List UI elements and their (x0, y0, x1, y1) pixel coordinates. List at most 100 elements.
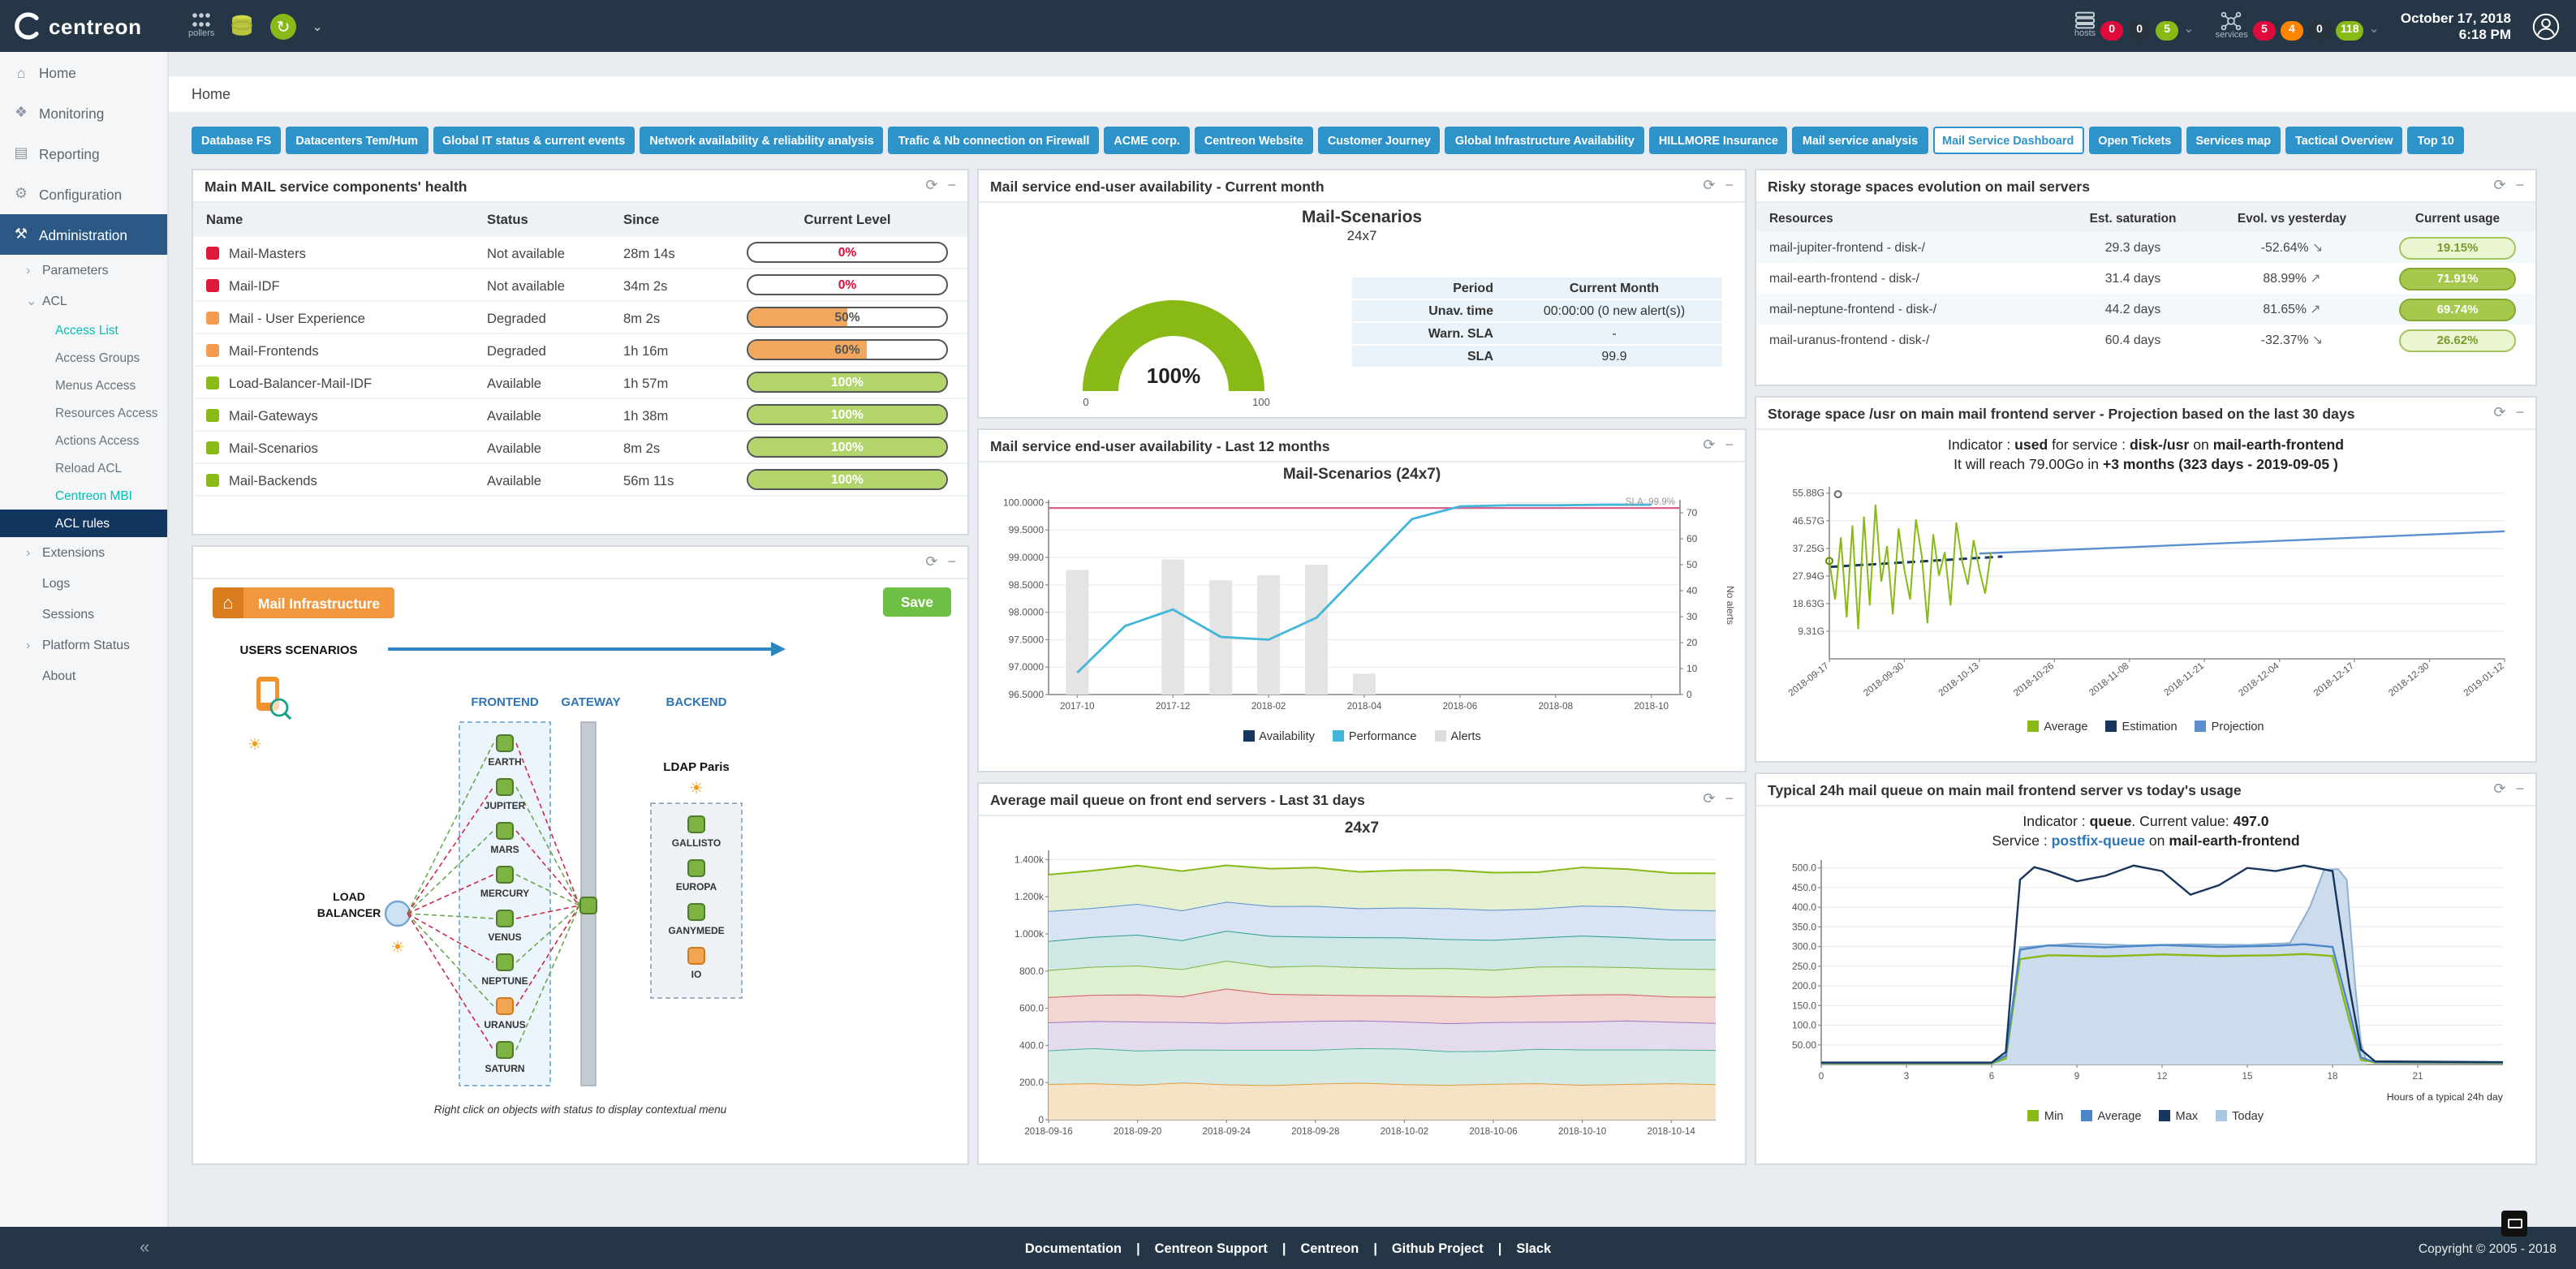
collapse-panel-icon[interactable]: − (1725, 437, 1734, 454)
sidebar-item-resources-access[interactable]: Resources Access (0, 399, 167, 427)
footer-link-github-project[interactable]: Github Project (1392, 1241, 1484, 1255)
sidebar-item-about[interactable]: About (0, 660, 167, 691)
svg-text:20: 20 (1686, 637, 1698, 648)
status-badge[interactable]: 5 (2156, 20, 2178, 40)
refresh-icon[interactable]: ⟳ (2493, 404, 2505, 422)
sidebar-item-access-groups[interactable]: Access Groups (0, 344, 167, 372)
dashboard-tab-trafic-nb-connection-on-firewall[interactable]: Trafic & Nb connection on Firewall (889, 127, 1100, 154)
status-badge[interactable]: 0 (2128, 20, 2151, 40)
sidebar-item-home[interactable]: ⌂Home (0, 52, 167, 92)
dashboard-tab-open-tickets[interactable]: Open Tickets (2088, 127, 2181, 154)
refresh-icon[interactable]: ⟳ (925, 177, 937, 195)
dashboard-tab-customer-journey[interactable]: Customer Journey (1318, 127, 1441, 154)
save-button[interactable]: Save (883, 587, 951, 617)
hosts-indicator[interactable]: hosts (2074, 12, 2096, 41)
dashboard-tab-tactical-overview[interactable]: Tactical Overview (2285, 127, 2402, 154)
table-row[interactable]: Mail-BackendsAvailable56m 11s100% (193, 464, 967, 497)
sidebar-item-parameters[interactable]: ›Parameters (0, 255, 167, 286)
sidebar-item-actions-access[interactable]: Actions Access (0, 427, 167, 454)
chevron-down-icon[interactable]: ⌄ (2369, 21, 2380, 36)
collapse-panel-icon[interactable]: − (1725, 790, 1734, 808)
sidebar-item-sessions[interactable]: Sessions (0, 599, 167, 630)
sidebar-item-access-list[interactable]: Access List (0, 316, 167, 344)
collapse-panel-icon[interactable]: − (1725, 177, 1734, 195)
sidebar-item-acl[interactable]: ⌄ACL (0, 286, 167, 316)
refresh-icon[interactable]: ⟳ (2493, 177, 2505, 195)
dashboard-tab-top-10[interactable]: Top 10 (2407, 127, 2463, 154)
pollers-indicator[interactable]: pollers (188, 12, 214, 41)
svg-text:9: 9 (2074, 1071, 2079, 1082)
table-row[interactable]: Mail-IDFNot available34m 2s0% (193, 269, 967, 302)
table-row[interactable]: Mail-ScenariosAvailable8m 2s100% (193, 432, 967, 464)
sidebar-item-platform-status[interactable]: ›Platform Status (0, 630, 167, 660)
status-badge[interactable]: 118 (2336, 20, 2364, 40)
sidebar-item-administration[interactable]: ⚒Administration (0, 214, 167, 255)
footer-separator: | (1373, 1241, 1377, 1255)
user-icon[interactable] (2532, 12, 2560, 40)
legend-item: Average (2081, 1108, 2141, 1123)
collapse-panel-icon[interactable]: − (2515, 404, 2524, 422)
sidebar-item-logs[interactable]: Logs (0, 568, 167, 599)
footer: « Documentation|Centreon Support|Centreo… (0, 1227, 2576, 1269)
dashboard-tab-mail-service-analysis[interactable]: Mail service analysis (1793, 127, 1928, 154)
centreon-logo[interactable]: centreon (0, 11, 169, 41)
status-badge[interactable]: 0 (2308, 20, 2331, 40)
dashboard-tab-network-availability-reliability-analysis[interactable]: Network availability & reliability analy… (640, 127, 883, 154)
footer-link-centreon-support[interactable]: Centreon Support (1155, 1241, 1268, 1255)
infrastructure-title-chip[interactable]: ⌂ Mail Infrastructure (213, 587, 394, 618)
status-badge[interactable]: 4 (2281, 20, 2303, 40)
collapse-panel-icon[interactable]: − (947, 553, 956, 571)
sidebar-item-reporting[interactable]: ▤Reporting (0, 133, 167, 174)
refresh-icon[interactable]: ⟳ (2493, 781, 2505, 798)
refresh-icon[interactable]: ⟳ (925, 553, 937, 571)
sidebar-item-reload-acl[interactable]: Reload ACL (0, 454, 167, 482)
dashboard-tab-global-infrastructure-availability[interactable]: Global Infrastructure Availability (1445, 127, 1644, 154)
status-badge[interactable]: 5 (2253, 20, 2276, 40)
refresh-icon[interactable]: ⟳ (1703, 437, 1715, 454)
footer-link-centreon[interactable]: Centreon (1300, 1241, 1359, 1255)
sync-status-icon[interactable]: ↻ (269, 12, 297, 40)
sidebar-item-configuration[interactable]: ⚙Configuration (0, 174, 167, 214)
table-row[interactable]: Mail - User ExperienceDegraded8m 2s50% (193, 302, 967, 334)
sidebar-item-centreon-mbi[interactable]: Centreon MBI (0, 482, 167, 510)
table-row[interactable]: mail-jupiter-frontend - disk-/29.3 days-… (1756, 232, 2535, 263)
collapse-panel-icon[interactable]: − (2515, 177, 2524, 195)
breadcrumb[interactable]: Home (192, 86, 230, 102)
table-row[interactable]: Mail-GatewaysAvailable1h 38m100% (193, 399, 967, 432)
footer-link-documentation[interactable]: Documentation (1025, 1241, 1122, 1255)
status-badge[interactable]: 0 (2100, 20, 2123, 40)
sidebar-item-monitoring[interactable]: ❖Monitoring (0, 92, 167, 133)
dashboard-tab-global-it-status-current-events[interactable]: Global IT status & current events (433, 127, 635, 154)
svg-text:46.57G: 46.57G (1793, 515, 1824, 527)
kiosk-mode-button[interactable] (2501, 1211, 2527, 1237)
table-row[interactable]: Mail-MastersNot available28m 14s0% (193, 237, 967, 269)
database-icon[interactable] (229, 13, 255, 39)
dashboard-tab-datacenters-tem-hum[interactable]: Datacenters Tem/Hum (286, 127, 428, 154)
refresh-icon[interactable]: ⟳ (1703, 790, 1715, 808)
chevron-down-icon[interactable]: ⌄ (312, 19, 322, 33)
table-row[interactable]: Mail-FrontendsDegraded1h 16m60% (193, 334, 967, 367)
sidebar-item-extensions[interactable]: ›Extensions (0, 537, 167, 568)
table-row[interactable]: mail-neptune-frontend - disk-/44.2 days8… (1756, 294, 2535, 325)
sidebar-item-menus-access[interactable]: Menus Access (0, 372, 167, 399)
infrastructure-title: Mail Infrastructure (243, 587, 394, 618)
dashboard-tab-acme-corp[interactable]: ACME corp. (1104, 127, 1189, 154)
table-row[interactable]: mail-earth-frontend - disk-/31.4 days88.… (1756, 263, 2535, 294)
services-indicator[interactable]: services (2216, 11, 2248, 41)
dashboard-tab-database-fs[interactable]: Database FS (192, 127, 281, 154)
table-row[interactable]: mail-uranus-frontend - disk-/60.4 days-3… (1756, 325, 2535, 355)
footer-link-slack[interactable]: Slack (1516, 1241, 1551, 1255)
dashboard-tab-centreon-website[interactable]: Centreon Website (1195, 127, 1313, 154)
refresh-icon[interactable]: ⟳ (1703, 177, 1715, 195)
chevron-down-icon[interactable]: ⌄ (2183, 21, 2194, 36)
dashboard-tab-hillmore-insurance[interactable]: HILLMORE Insurance (1649, 127, 1788, 154)
collapse-panel-icon[interactable]: − (2515, 781, 2524, 798)
sidebar-collapse-button[interactable]: « (140, 1238, 149, 1258)
dashboard-tab-mail-service-dashboard[interactable]: Mail Service Dashboard (1932, 127, 2083, 154)
info-value: 00:00:00 (0 new alert(s)) (1506, 303, 1722, 318)
svg-text:NEPTUNE: NEPTUNE (480, 975, 527, 987)
sidebar-item-acl-rules[interactable]: ACL rules (0, 510, 167, 537)
collapse-panel-icon[interactable]: − (947, 177, 956, 195)
dashboard-tab-services-map[interactable]: Services map (2186, 127, 2281, 154)
table-row[interactable]: Load-Balancer-Mail-IDFAvailable1h 57m100… (193, 367, 967, 399)
